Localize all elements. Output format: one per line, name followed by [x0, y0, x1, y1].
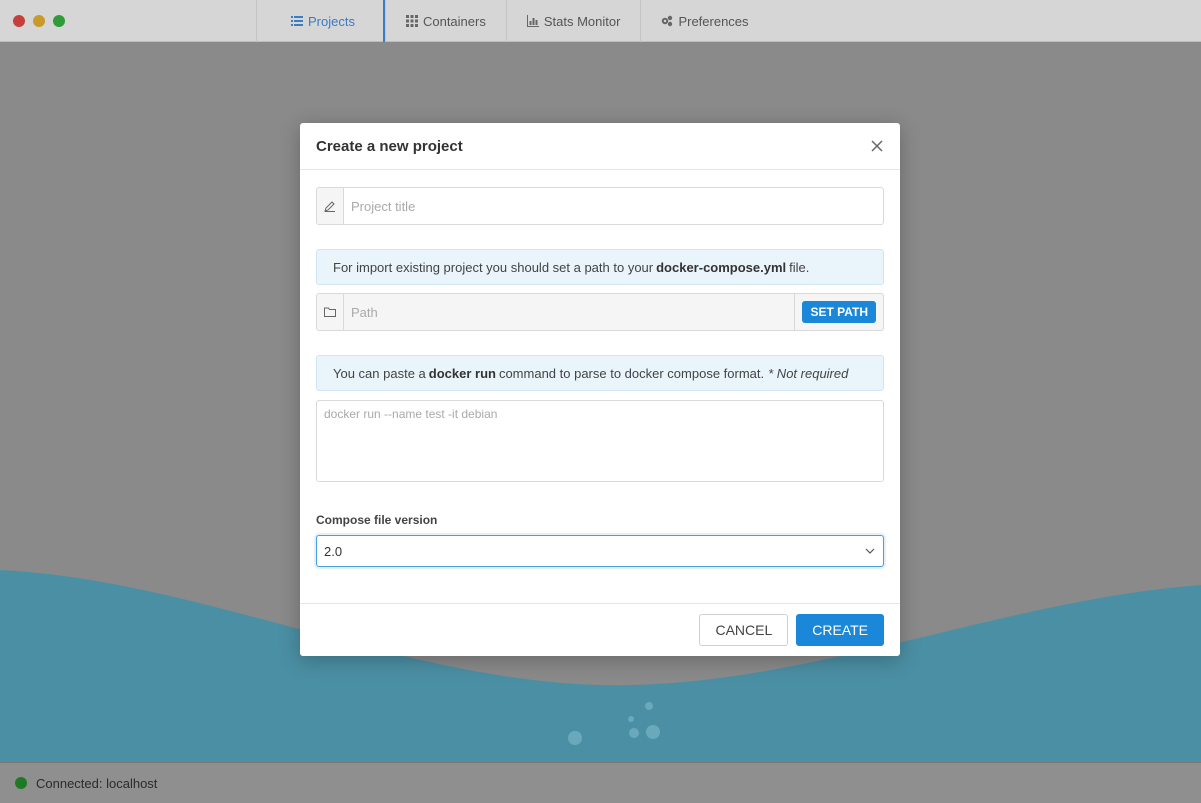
modal-footer: CANCEL CREATE [300, 603, 900, 656]
import-info-text: For import existing project you should s… [333, 259, 654, 275]
close-icon[interactable] [870, 139, 884, 153]
project-title-group [316, 187, 884, 225]
connection-status-icon [15, 777, 27, 789]
import-info-file: docker-compose.yml [656, 259, 787, 275]
main-tabs: Projects Containers Stats Monitor Prefer… [256, 0, 769, 42]
modal-body: For import existing project you should s… [300, 170, 900, 567]
path-group: SET PATH [316, 293, 884, 331]
window-close-button[interactable] [13, 15, 25, 27]
set-path-button[interactable]: SET PATH [802, 301, 876, 323]
window-maximize-button[interactable] [53, 15, 65, 27]
project-title-input[interactable] [344, 188, 883, 224]
folder-icon [317, 294, 344, 330]
paste-info-text: You can paste a [333, 365, 426, 381]
compose-version-value: 2.0 [324, 543, 343, 559]
window-minimize-button[interactable] [33, 15, 45, 27]
tab-label: Stats Monitor [543, 13, 621, 29]
import-info-after: file. [789, 259, 810, 275]
paste-info-after: command to parse to docker compose forma… [498, 365, 765, 381]
tab-label: Containers [422, 13, 486, 29]
chevron-down-icon [865, 548, 875, 554]
create-button[interactable]: CREATE [796, 614, 884, 646]
tab-projects[interactable]: Projects [256, 0, 385, 42]
paste-info: You can paste a docker run command to pa… [316, 355, 884, 391]
gears-icon [662, 15, 673, 27]
tab-stats-monitor[interactable]: Stats Monitor [505, 0, 641, 42]
title-bar: Projects Containers Stats Monitor Prefer… [0, 0, 1201, 42]
modal-title: Create a new project [316, 137, 463, 155]
path-input[interactable] [344, 294, 795, 330]
compose-version-select[interactable]: 2.0 [316, 535, 884, 567]
modal-header: Create a new project [300, 123, 900, 170]
create-project-modal: Create a new project For import existing… [300, 123, 900, 656]
compose-version-label: Compose file version [316, 513, 438, 527]
bar-chart-icon [526, 15, 539, 27]
connection-status-text: Connected: localhost [36, 775, 158, 791]
grid-icon [405, 15, 418, 27]
docker-run-input[interactable] [316, 400, 884, 482]
paste-info-note: * Not required [768, 365, 849, 381]
list-icon [291, 16, 303, 26]
tab-preferences[interactable]: Preferences [640, 0, 768, 42]
tab-label: Preferences [678, 13, 749, 29]
status-bar: Connected: localhost [0, 762, 1201, 803]
cancel-button[interactable]: CANCEL [699, 614, 789, 646]
path-input-wrap [344, 294, 796, 330]
paste-info-command: docker run [428, 365, 496, 381]
import-info: For import existing project you should s… [316, 249, 884, 285]
pencil-icon [317, 188, 344, 224]
tab-containers[interactable]: Containers [384, 0, 506, 42]
tab-label: Projects [308, 13, 355, 29]
